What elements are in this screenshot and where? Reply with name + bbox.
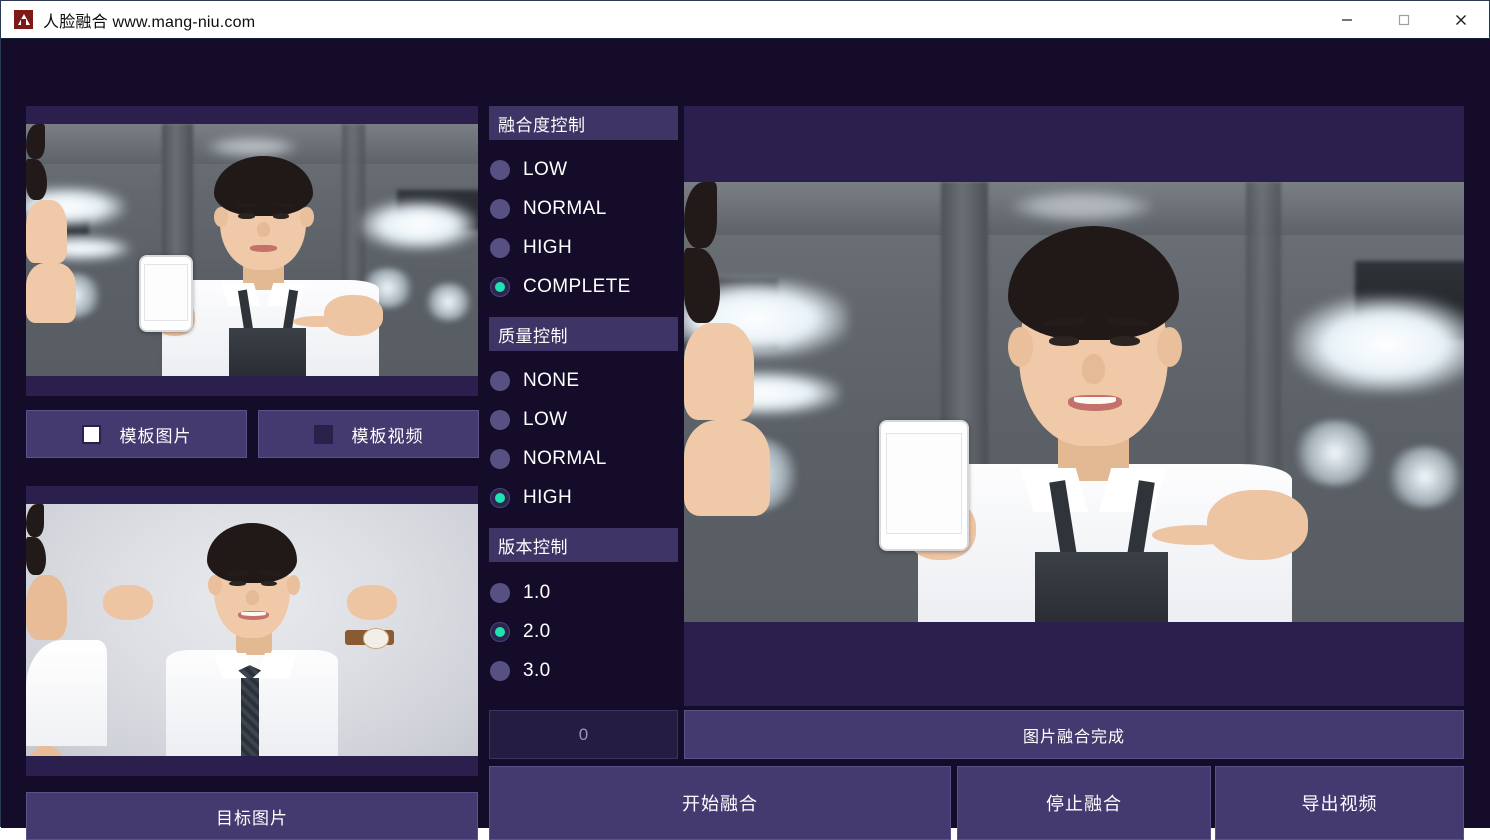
group-header-version: 版本控制 (489, 528, 678, 562)
radio-icon[interactable] (490, 370, 510, 391)
minimize-button[interactable] (1318, 1, 1375, 38)
frame-counter-field[interactable]: 0 (489, 710, 678, 759)
radio-icon-selected[interactable] (490, 487, 510, 508)
app-window: 人脸融合 www.mang-niu.com 模板图片 模板视频 目标图片 融合度… (0, 0, 1490, 840)
result-image[interactable] (684, 182, 1464, 622)
radio-quality-high[interactable]: HIGH (490, 483, 678, 512)
template-image-label: 模板图片 (119, 426, 192, 446)
radio-fusion-high[interactable]: HIGH (490, 233, 678, 262)
frame-counter-value: 0 (578, 724, 589, 744)
group-header-quality: 质量控制 (489, 317, 678, 351)
template-image[interactable] (26, 124, 478, 376)
export-video-button[interactable]: 导出视频 (1215, 766, 1464, 840)
maximize-button[interactable] (1375, 1, 1432, 38)
template-image-button[interactable]: 模板图片 (26, 410, 247, 458)
title-bar: 人脸融合 www.mang-niu.com (1, 1, 1489, 39)
radio-icon[interactable] (490, 660, 510, 681)
radio-icon[interactable] (490, 582, 510, 603)
radio-quality-low[interactable]: LOW (490, 405, 678, 434)
group-header-fusion: 融合度控制 (489, 106, 678, 140)
radio-icon[interactable] (490, 409, 510, 430)
radio-fusion-low[interactable]: LOW (490, 155, 678, 184)
radio-icon[interactable] (490, 159, 510, 180)
radio-quality-normal[interactable]: NORMAL (490, 444, 678, 473)
app-body: 模板图片 模板视频 目标图片 融合度控制 LOW NORMAL HIGH COM… (1, 39, 1490, 840)
radio-fusion-normal[interactable]: NORMAL (490, 194, 678, 223)
radio-icon[interactable] (490, 198, 510, 219)
radio-quality-none[interactable]: NONE (490, 366, 678, 395)
start-fusion-button[interactable]: 开始融合 (489, 766, 951, 840)
stop-fusion-label: 停止融合 (1046, 794, 1122, 814)
status-text: 图片融合完成 (1022, 728, 1125, 746)
target-image[interactable] (26, 504, 478, 756)
target-image-label: 目标图片 (216, 808, 288, 828)
template-video-checkbox[interactable] (313, 424, 333, 444)
radio-icon-selected[interactable] (490, 276, 510, 297)
radio-icon-selected[interactable] (490, 621, 510, 642)
radio-version-3[interactable]: 3.0 (490, 656, 678, 685)
template-image-checkbox[interactable] (81, 424, 101, 444)
window-title: 人脸融合 www.mang-niu.com (43, 13, 256, 31)
template-video-label: 模板视频 (351, 426, 424, 446)
window-controls (1318, 1, 1489, 38)
radio-icon[interactable] (490, 448, 510, 469)
radio-version-2[interactable]: 2.0 (490, 617, 678, 646)
stop-fusion-button[interactable]: 停止融合 (957, 766, 1211, 840)
status-message: 图片融合完成 (684, 710, 1464, 759)
app-logo-icon (14, 10, 33, 29)
target-image-button[interactable]: 目标图片 (26, 792, 478, 840)
template-video-button[interactable]: 模板视频 (258, 410, 479, 458)
radio-fusion-complete[interactable]: COMPLETE (490, 272, 678, 301)
export-video-label: 导出视频 (1301, 794, 1378, 814)
start-fusion-label: 开始融合 (682, 794, 758, 814)
radio-icon[interactable] (490, 237, 510, 258)
radio-version-1[interactable]: 1.0 (490, 578, 678, 607)
close-button[interactable] (1432, 1, 1489, 38)
